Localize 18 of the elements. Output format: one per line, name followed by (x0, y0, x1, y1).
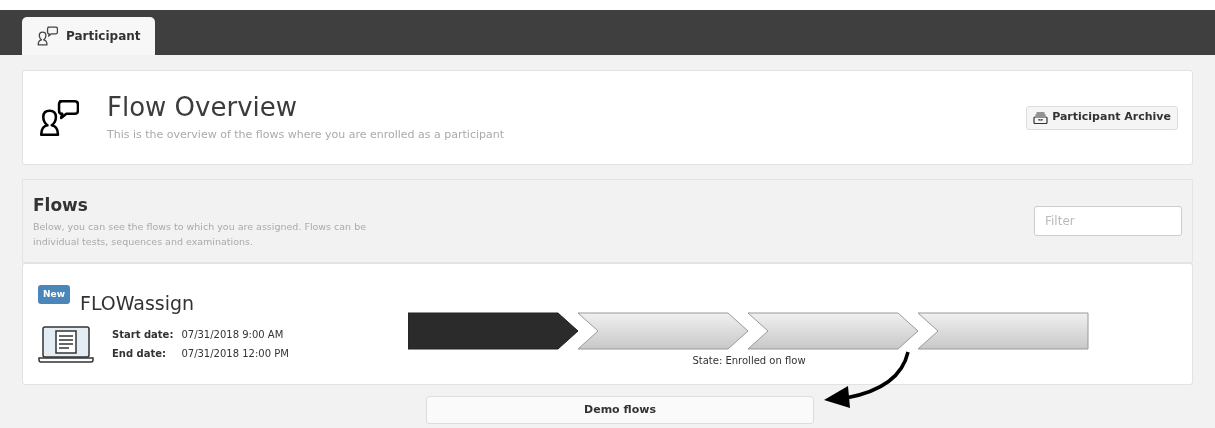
end-date-label: End date: (112, 347, 168, 362)
participant-tab[interactable]: Participant (22, 17, 155, 55)
filter-field[interactable]: Filter (1034, 206, 1182, 236)
section-description: Below, you can see the flows to which you are assigned. Flows can be individual tests, sequences and examinations. (33, 219, 368, 249)
flow-state: State: Enrolled on flow (692, 353, 806, 368)
start-date-value: 07/31/2018 9:00 AM (181, 328, 285, 343)
participant-icon (36, 25, 58, 47)
demo-flows-button[interactable]: Demo flows (426, 396, 814, 424)
flow-name: FLOWassign (79, 290, 195, 316)
archive-icon (1033, 111, 1049, 124)
participant-archive-button[interactable]: Participant Archive (1026, 105, 1178, 130)
page-subtitle: This is the overview of the flows where you are enrolled as a participant (107, 127, 504, 144)
new-badge: New (38, 284, 70, 305)
laptop-icon (38, 325, 94, 364)
page-title: Flow Overview (107, 91, 299, 124)
start-date-label: Start date: (112, 328, 174, 343)
end-date-value: 07/31/2018 12:00 PM (181, 347, 289, 362)
section-title: Flows (33, 194, 89, 218)
